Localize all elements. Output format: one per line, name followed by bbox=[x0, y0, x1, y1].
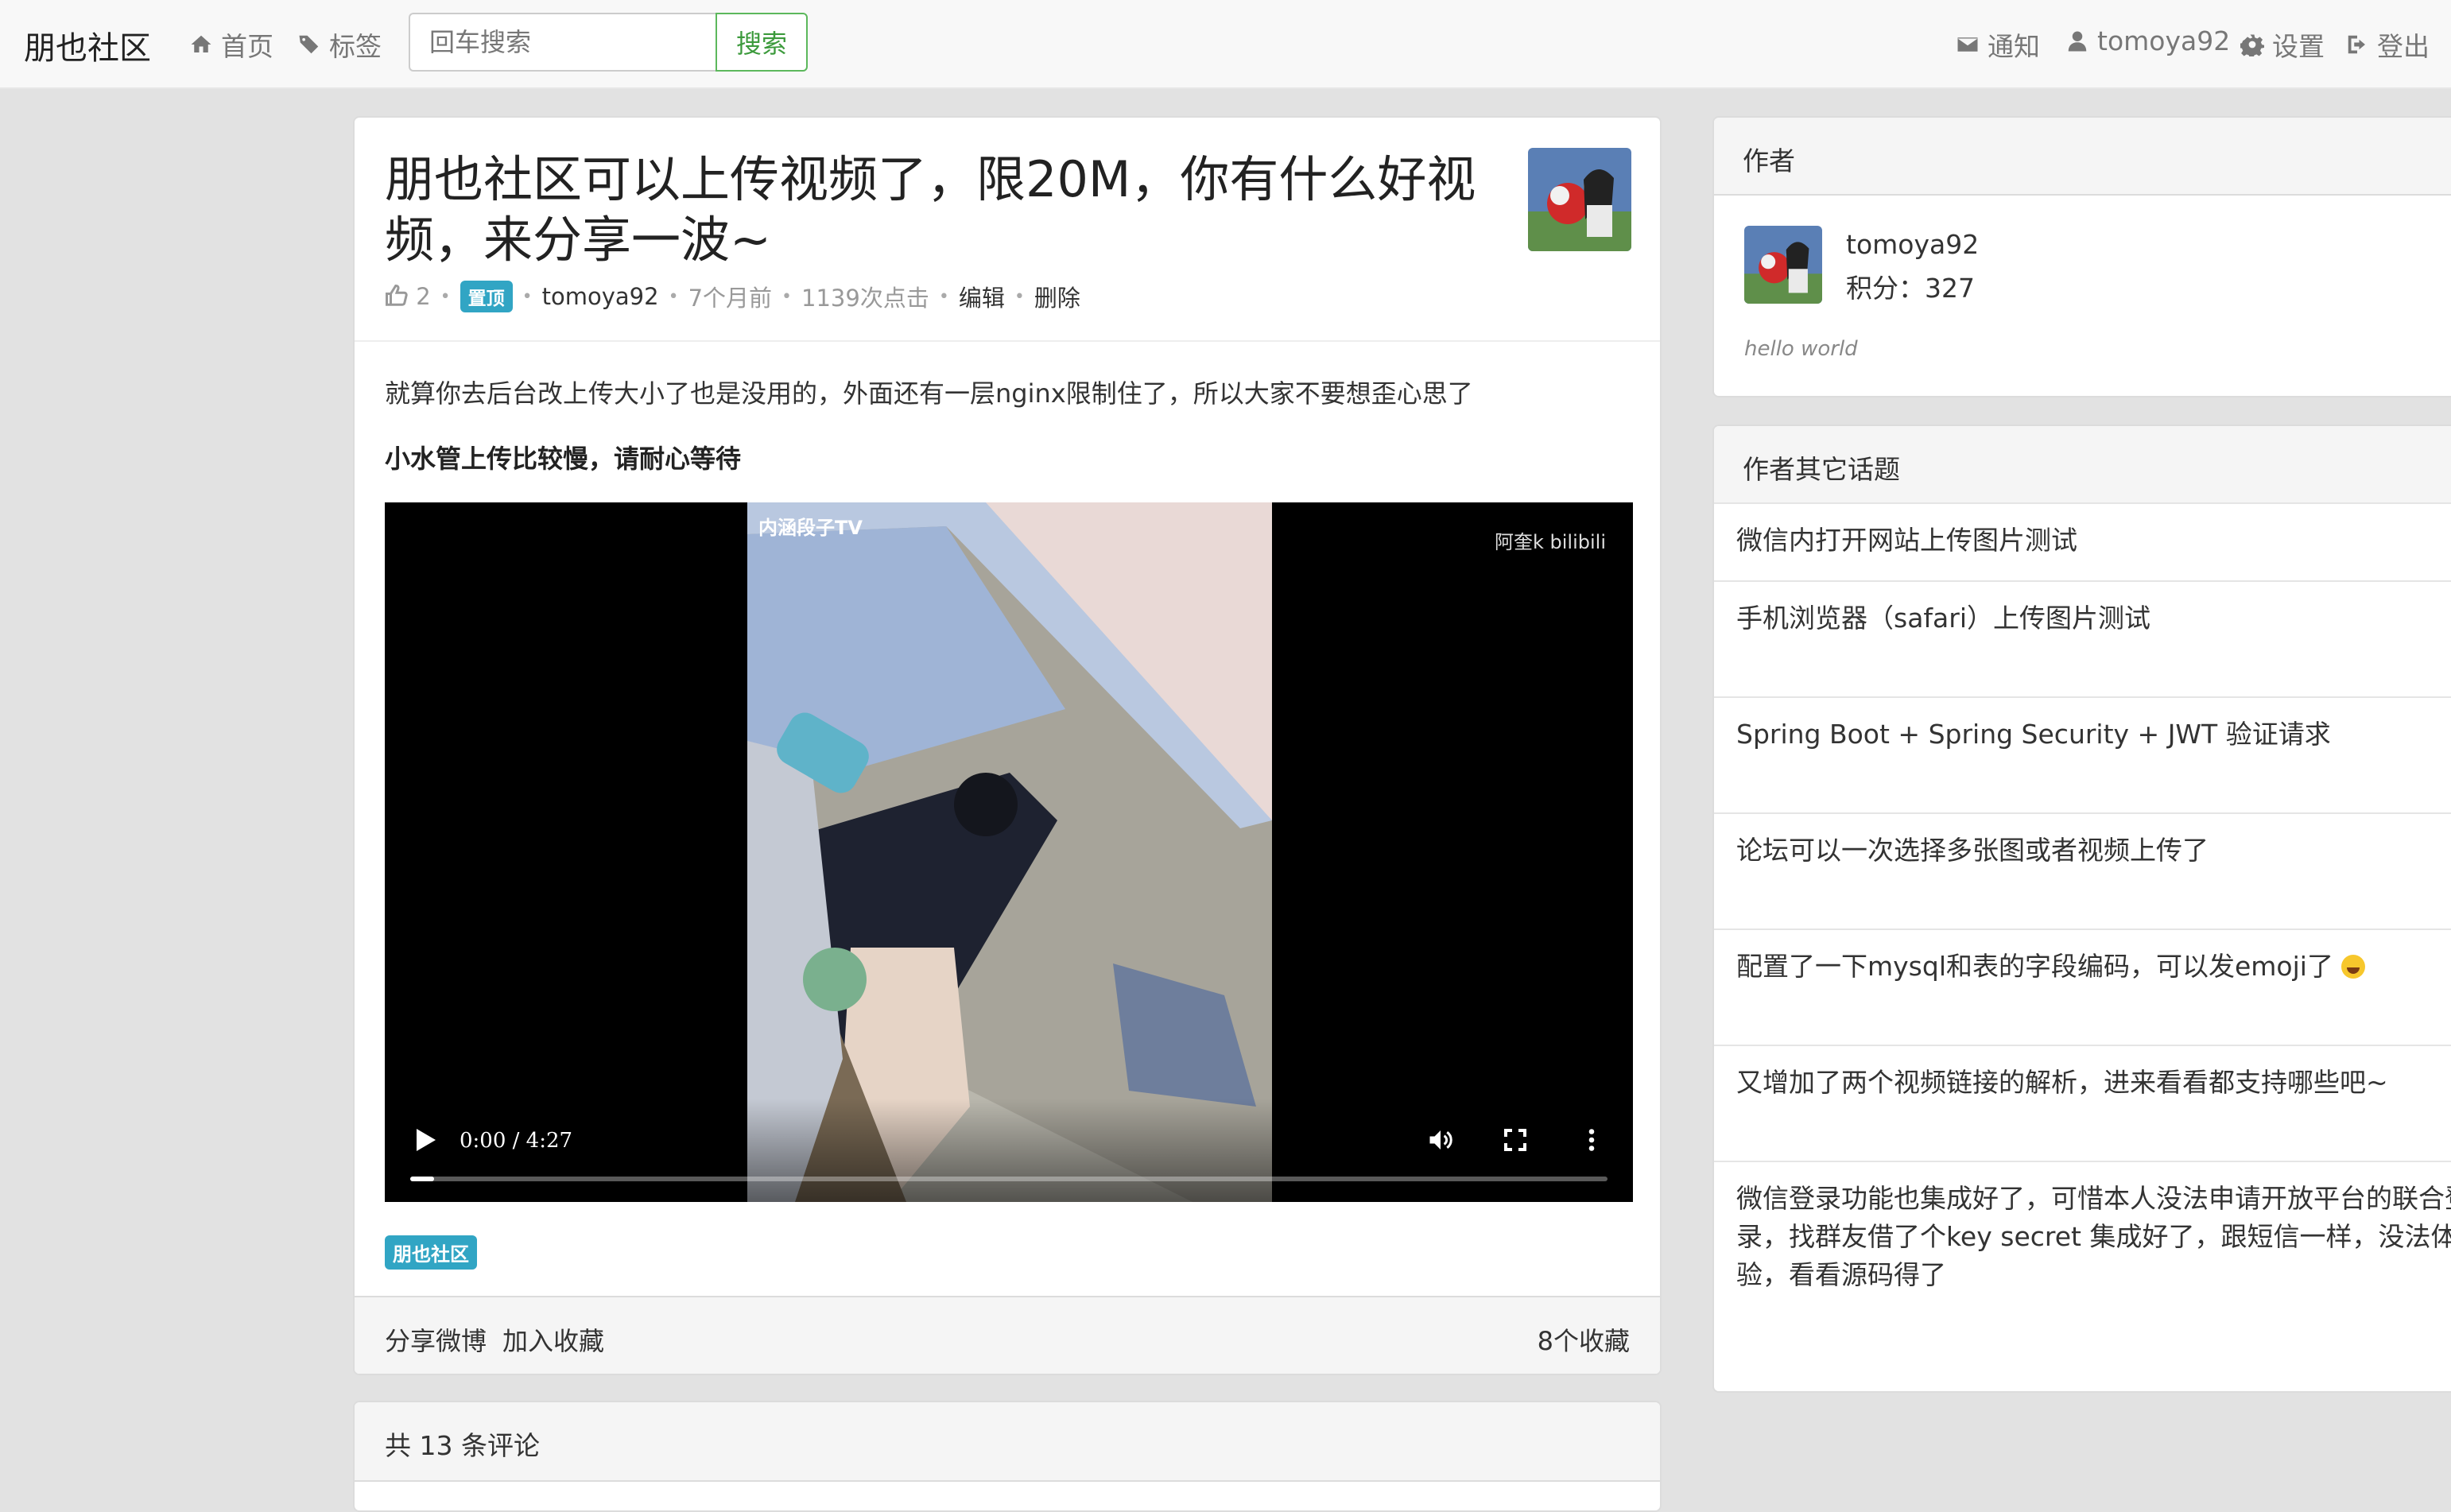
topic-footer: 分享微博 加入收藏 8个收藏 bbox=[355, 1296, 1660, 1374]
sidebar-author-score: 积分：327 bbox=[1846, 273, 1975, 304]
laughing-emoji-icon bbox=[2341, 955, 2366, 979]
nav-logout-link[interactable]: 登出 bbox=[2345, 25, 2430, 64]
other-topic-item[interactable]: 又增加了两个视频链接的解析，进来看看都支持哪些吧~ bbox=[1714, 1045, 2451, 1161]
nav-notifications-link[interactable]: 通知 bbox=[1956, 25, 2040, 64]
avatar-image bbox=[1528, 148, 1631, 251]
video-player[interactable]: 内涵段子TV 阿奎k bilibili 0:00 / 4:27 bbox=[385, 502, 1633, 1202]
other-topic-title: Spring Boot + Spring Security + JWT 验证请求 bbox=[1736, 719, 2331, 750]
video-watermark-right: 阿奎k bilibili bbox=[1494, 531, 1606, 553]
pinned-badge: 置顶 bbox=[460, 281, 513, 312]
search-button[interactable]: 搜索 bbox=[716, 13, 808, 72]
nav-home-link[interactable]: 首页 bbox=[189, 25, 273, 64]
like-button[interactable]: 2 bbox=[385, 283, 431, 310]
avatar-image bbox=[1744, 226, 1822, 304]
nav-settings-label: 设置 bbox=[2272, 31, 2325, 62]
video-watermark-left: 内涵段子TV bbox=[758, 517, 863, 539]
nav-username: tomoya92 bbox=[2097, 25, 2231, 56]
nav-notifications-label: 通知 bbox=[1988, 31, 2040, 62]
other-topic-item[interactable]: Spring Boot + Spring Security + JWT 验证请求 bbox=[1714, 696, 2451, 812]
nav-user-link[interactable]: tomoya92 bbox=[2065, 25, 2230, 56]
search-input[interactable] bbox=[409, 13, 717, 72]
other-topic-item[interactable]: 微信内打开网站上传图片测试 bbox=[1714, 502, 2451, 580]
topic-author-link[interactable]: tomoya92 bbox=[542, 283, 659, 310]
delete-link[interactable]: 删除 bbox=[1034, 280, 1080, 313]
topic-panel: 朋也社区可以上传视频了，限20M，你有什么好视频，来分享一波~ 2 • 置顶 •… bbox=[353, 116, 1662, 1375]
other-topic-item[interactable]: 配置了一下mysql和表的字段编码，可以发emoji了 bbox=[1714, 929, 2451, 1045]
video-progress-bar[interactable] bbox=[410, 1177, 1607, 1181]
edit-link[interactable]: 编辑 bbox=[959, 280, 1005, 313]
other-topic-item[interactable]: 微信登录功能也集成好了，可惜本人没法申请开放平台的联合登录，找群友借了个key … bbox=[1714, 1161, 2451, 1391]
share-weibo-link[interactable]: 分享微博 bbox=[385, 1321, 487, 1358]
video-frame bbox=[747, 502, 1272, 1202]
nav-tags-label: 标签 bbox=[329, 31, 382, 62]
fullscreen-icon[interactable] bbox=[1503, 1127, 1528, 1153]
home-icon bbox=[191, 35, 211, 52]
favorites-count: 8个收藏 bbox=[1537, 1326, 1630, 1356]
author-panel: 作者 tomoya92 积分：327 hello world bbox=[1712, 116, 2451, 397]
top-navbar: 朋也社区 首页 标签 搜索 通知 tomoya92 设置 登出 bbox=[0, 0, 2451, 89]
nav-settings-link[interactable]: 设置 bbox=[2240, 25, 2325, 64]
user-icon bbox=[2068, 31, 2087, 51]
other-topic-title: 微信内打开网站上传图片测试 bbox=[1736, 525, 2077, 556]
topic-time: 7个月前 bbox=[688, 285, 773, 312]
topic-content-bold-paragraph: 小水管上传比较慢，请耐心等待 bbox=[385, 444, 742, 474]
other-topics-heading: 作者其它话题 bbox=[1714, 426, 2451, 504]
other-topic-title: 微信登录功能也集成好了，可惜本人没法申请开放平台的联合登录，找群友借了个key … bbox=[1736, 1183, 2451, 1290]
nav-home-label: 首页 bbox=[221, 31, 273, 62]
sign-out-icon bbox=[2348, 35, 2365, 54]
site-brand[interactable]: 朋也社区 bbox=[24, 22, 151, 68]
divider bbox=[355, 340, 1660, 342]
other-topic-item[interactable]: 手机浏览器（safari）上传图片测试 bbox=[1714, 580, 2451, 696]
other-topic-title: 配置了一下mysql和表的字段编码，可以发emoji了 bbox=[1736, 951, 2333, 982]
nav-logout-label: 登出 bbox=[2377, 31, 2430, 62]
sidebar-author-name[interactable]: tomoya92 bbox=[1846, 229, 1979, 260]
topic-views: 1139次点击 bbox=[801, 285, 929, 312]
envelope-icon bbox=[1957, 37, 1978, 52]
tags-icon bbox=[299, 35, 319, 54]
other-topic-title: 论坛可以一次选择多张图或者视频上传了 bbox=[1736, 835, 2209, 866]
video-time: 0:00 / 4:27 bbox=[460, 1129, 573, 1153]
video-progress-fill bbox=[410, 1177, 435, 1181]
author-panel-heading: 作者 bbox=[1714, 118, 2451, 196]
other-topic-title: 手机浏览器（safari）上传图片测试 bbox=[1736, 603, 2150, 634]
comments-header: 共 13 条评论 bbox=[355, 1402, 1660, 1482]
sidebar-author-bio: hello world bbox=[1744, 337, 1858, 361]
topic-tag[interactable]: 朋也社区 bbox=[385, 1235, 477, 1270]
topic-author-avatar[interactable] bbox=[1528, 148, 1631, 251]
sidebar-author-avatar[interactable] bbox=[1744, 226, 1822, 304]
volume-icon[interactable] bbox=[1426, 1126, 1455, 1154]
thumbs-up-icon bbox=[386, 284, 408, 306]
comments-panel: 共 13 条评论 bbox=[353, 1401, 1662, 1512]
more-options-icon[interactable] bbox=[1577, 1126, 1606, 1154]
topic-meta: 2 • 置顶 • tomoya92 • 7个月前 • 1139次点击 • 编辑 … bbox=[385, 280, 1080, 313]
other-topics-panel: 作者其它话题 微信内打开网站上传图片测试 手机浏览器（safari）上传图片测试… bbox=[1712, 425, 2451, 1393]
other-topic-item[interactable]: 论坛可以一次选择多张图或者视频上传了 bbox=[1714, 812, 2451, 929]
topic-content-paragraph: 就算你去后台改上传大小了也是没用的，外面还有一层nginx限制住了，所以大家不要… bbox=[385, 378, 1473, 409]
add-favorite-link[interactable]: 加入收藏 bbox=[502, 1321, 604, 1358]
topic-title: 朋也社区可以上传视频了，限20M，你有什么好视频，来分享一波~ bbox=[385, 150, 1476, 269]
gear-icon bbox=[2240, 34, 2264, 56]
nav-tags-link[interactable]: 标签 bbox=[297, 25, 382, 64]
other-topic-title: 又增加了两个视频链接的解析，进来看看都支持哪些吧~ bbox=[1736, 1067, 2388, 1098]
like-count: 2 bbox=[416, 283, 431, 310]
play-icon[interactable] bbox=[415, 1129, 436, 1151]
